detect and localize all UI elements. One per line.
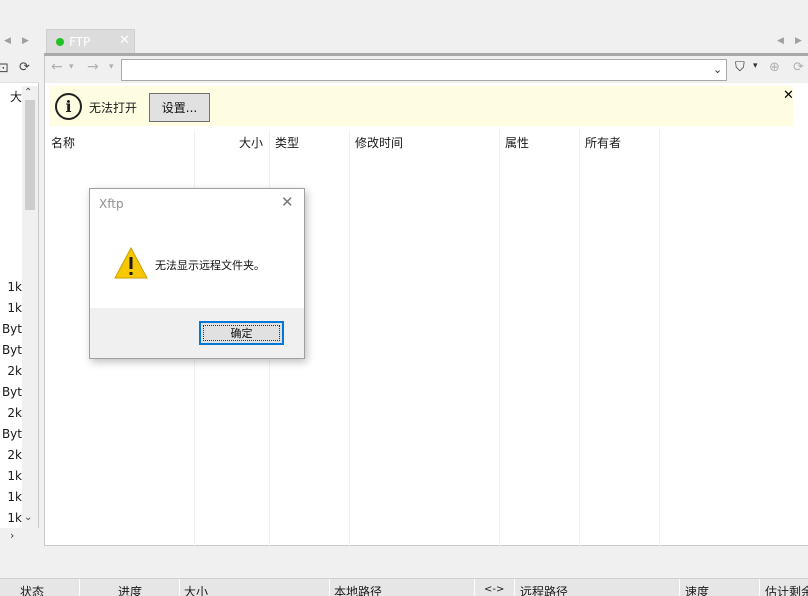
dialog-footer: 确定 <box>90 308 304 358</box>
local-pane: ⊡ ⟳ 大 1k 1k Byt Byt 2k Byt 2k Byt 2k 1k 1k 1k ⌃ ⌄ › <box>0 56 39 546</box>
scroll-thumb[interactable] <box>25 100 35 210</box>
column-divider[interactable] <box>659 130 660 546</box>
local-file-size: 2k <box>7 364 22 378</box>
warning-icon <box>114 247 148 279</box>
ok-button[interactable]: 确定 <box>199 321 284 345</box>
column-modified[interactable]: 修改时间 <box>355 134 403 151</box>
local-file-size: 2k <box>7 448 22 462</box>
tab-scroll-right-right-icon[interactable]: ▶ <box>795 36 802 46</box>
tab-scroll-left-right-icon[interactable]: ◀ <box>777 36 784 46</box>
forward-icon[interactable]: → <box>87 59 99 75</box>
transfer-column-eta[interactable]: 估计剩余 <box>765 583 808 596</box>
local-hscroll[interactable]: › <box>0 528 39 546</box>
local-file-size: Byt <box>1 322 22 336</box>
transfer-column-direction[interactable]: <-> <box>484 584 504 595</box>
transfer-queue-header: 状态 进度 大小 本地路径 <-> 远程路径 速度 估计剩余 <box>0 578 808 596</box>
column-name[interactable]: 名称 <box>51 134 75 151</box>
dialog-message: 无法显示远程文件夹。 <box>155 259 265 272</box>
column-attributes[interactable]: 属性 <box>505 134 529 151</box>
path-dropdown-icon[interactable]: ⌄ <box>713 63 722 76</box>
local-file-size: 1k <box>7 490 22 504</box>
tab-ftp[interactable]: FTP ✕ <box>46 29 135 54</box>
transfer-column-status[interactable]: 状态 <box>20 583 44 596</box>
transfer-column-remote-path[interactable]: 远程路径 <box>520 583 568 596</box>
column-type[interactable]: 类型 <box>275 134 299 151</box>
bookmark-icon[interactable]: ⛉ <box>735 60 745 75</box>
transfer-column-size[interactable]: 大小 <box>184 583 208 596</box>
dialog-close-icon[interactable]: ✕ <box>281 193 294 211</box>
remote-path-input[interactable] <box>121 59 727 81</box>
scroll-right-icon[interactable]: › <box>10 529 14 542</box>
forward-dropdown-icon[interactable]: ▾ <box>109 62 114 72</box>
scroll-up-icon[interactable]: ⌃ <box>24 87 32 98</box>
connection-status-icon <box>56 38 64 46</box>
scroll-down-icon[interactable]: ⌄ <box>24 512 32 523</box>
dialog-title: Xftp <box>99 197 124 211</box>
settings-button[interactable]: 设置... <box>149 93 210 122</box>
local-toolbar: ⊡ ⟳ <box>0 56 39 83</box>
new-folder-icon[interactable]: ⊕ <box>769 60 780 75</box>
local-file-size: Byt <box>1 343 22 357</box>
local-file-size: 2k <box>7 406 22 420</box>
column-size[interactable]: 大小 <box>239 134 263 151</box>
column-divider[interactable] <box>579 130 580 546</box>
remote-refresh-icon[interactable]: ⟳ <box>793 60 804 75</box>
column-divider[interactable] <box>349 130 350 546</box>
info-bar-close-icon[interactable]: ✕ <box>783 88 794 103</box>
back-dropdown-icon[interactable]: ▾ <box>69 62 74 72</box>
tab-scroll-left-icon[interactable]: ◀ <box>4 36 11 46</box>
info-icon: i <box>55 93 82 120</box>
tab-label: FTP <box>69 35 91 49</box>
sync-icon[interactable]: ⊡ <box>0 61 9 76</box>
local-file-size: 1k <box>7 511 22 525</box>
transfer-column-local-path[interactable]: 本地路径 <box>334 583 382 596</box>
info-bar: i 无法打开 设置... <box>49 86 793 126</box>
transfer-column-progress[interactable]: 进度 <box>118 583 142 596</box>
local-file-size: 1k <box>7 301 22 315</box>
refresh-icon[interactable]: ⟳ <box>19 60 30 75</box>
local-file-size: 1k <box>7 469 22 483</box>
tab-scroll-right-icon[interactable]: ▶ <box>22 36 29 46</box>
column-divider[interactable] <box>499 130 500 546</box>
tab-close-icon[interactable]: ✕ <box>119 33 130 48</box>
tab-strip: ◀ ▶ ◀ ▶ FTP ✕ <box>0 0 808 56</box>
column-owner[interactable]: 所有者 <box>585 134 621 151</box>
local-size-header[interactable]: 大 <box>10 88 22 105</box>
transfer-column-speed[interactable]: 速度 <box>685 583 709 596</box>
local-scrollbar[interactable]: ⌃ ⌄ <box>22 86 38 528</box>
ok-button-label: 确定 <box>230 327 253 340</box>
error-dialog: Xftp ✕ 无法显示远程文件夹。 确定 <box>89 188 305 359</box>
local-file-size: Byt <box>1 427 22 441</box>
address-toolbar: ← ▾ → ▾ ⌄ ⛉ ▾ ⊕ ⟳ <box>45 56 808 83</box>
local-file-size: 1k <box>7 280 22 294</box>
bookmark-dropdown-icon[interactable]: ▾ <box>753 61 758 71</box>
back-icon[interactable]: ← <box>51 59 63 75</box>
local-file-size: Byt <box>1 385 22 399</box>
info-message: 无法打开 <box>89 101 138 115</box>
